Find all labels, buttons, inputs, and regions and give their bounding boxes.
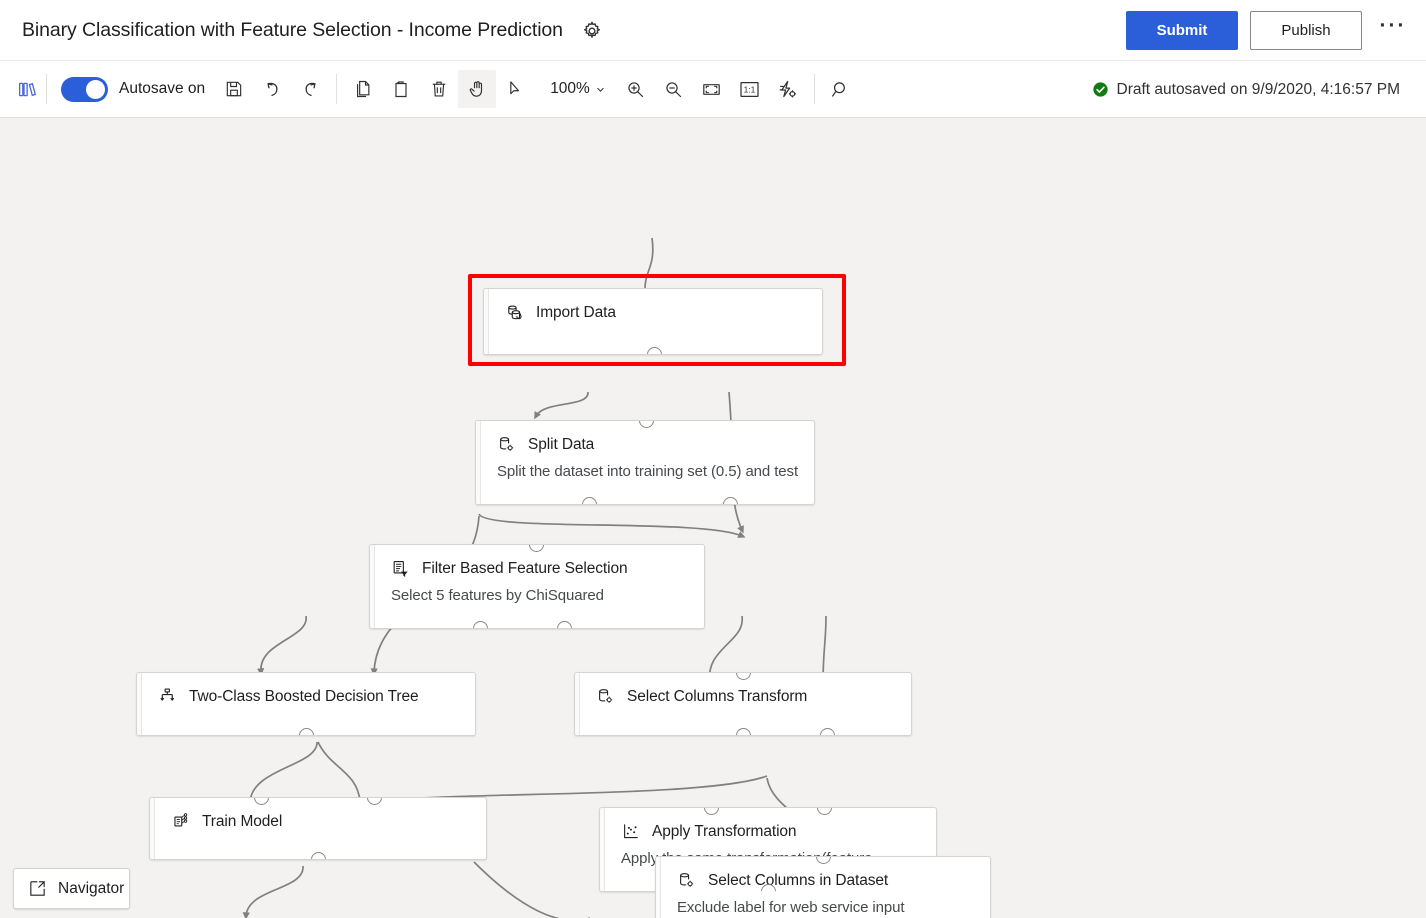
svg-text:1:1: 1:1 — [744, 84, 756, 94]
save-disk-icon[interactable] — [215, 70, 253, 108]
node-title: Two-Class Boosted Decision Tree — [189, 687, 419, 705]
database-gear-icon — [599, 689, 613, 703]
books-library-icon[interactable] — [8, 70, 46, 108]
port-output[interactable] — [647, 347, 662, 354]
edge-score-out — [242, 865, 304, 918]
navigator-expand-icon — [30, 881, 45, 896]
node-description: Split the dataset into training set (0.5… — [497, 463, 799, 480]
autosave-group: Autosave on — [61, 76, 206, 102]
toolbar-divider-2 — [336, 74, 338, 104]
filter-list-icon — [393, 560, 408, 578]
paste-clipboard-icon[interactable] — [382, 70, 420, 108]
more-options-icon[interactable]: ··· — [1376, 14, 1410, 48]
node-import-data[interactable]: Import Data — [483, 288, 823, 355]
database-gear-icon — [680, 873, 694, 887]
port-output[interactable] — [299, 728, 314, 735]
header-actions: Submit Publish ··· — [1126, 0, 1410, 61]
node-header: Train Model — [150, 798, 486, 831]
edge-filter-to-sct — [478, 513, 746, 538]
node-title: Apply Transformation — [652, 822, 797, 840]
node-two-class-boosted-decision-tree[interactable]: Two-Class Boosted Decision Tree — [136, 672, 476, 736]
toolbar: Autosave on 100% 1:1 Draft autosaved on … — [0, 61, 1426, 118]
node-title: Select Columns Transform — [627, 687, 808, 705]
undo-arrow-icon[interactable] — [253, 70, 291, 108]
autosave-status: Draft autosaved on 9/9/2020, 4:16:57 PM — [1092, 61, 1401, 118]
toolbar-divider-1 — [46, 74, 47, 104]
zoom-out-magnifier-icon[interactable] — [655, 70, 693, 108]
toolbar-divider-3 — [813, 74, 815, 104]
port-output[interactable] — [311, 852, 326, 859]
zoom-level-value: 100% — [550, 80, 590, 97]
app-header: Binary Classification with Feature Selec… — [0, 0, 1426, 61]
page-title: Binary Classification with Feature Selec… — [22, 19, 563, 41]
node-description: Select 5 features by ChiSquared — [391, 587, 604, 604]
node-title: Split Data — [528, 435, 595, 453]
port-output-right[interactable] — [723, 497, 738, 504]
pipeline-canvas[interactable]: Import Data Split Data Split the dataset… — [0, 118, 1426, 918]
navigator-button[interactable]: Navigator — [13, 868, 130, 909]
actual-size-button[interactable]: 1:1 — [731, 70, 769, 108]
import-data-icon — [508, 305, 522, 320]
edge-split-to-filter — [534, 391, 589, 420]
node-description: Exclude label for web service input — [677, 899, 905, 916]
submit-button[interactable]: Submit — [1126, 11, 1238, 50]
node-filter-based-feature-selection[interactable]: Filter Based Feature Selection Select 5 … — [369, 544, 705, 629]
port-output-right[interactable] — [557, 621, 572, 628]
node-header: Apply Transformation — [600, 808, 936, 841]
autosave-label: Autosave on — [119, 80, 206, 97]
hand-pan-icon[interactable] — [458, 70, 497, 108]
fit-to-screen-icon[interactable] — [693, 70, 731, 108]
port-output-left[interactable] — [736, 728, 751, 735]
redo-arrow-icon[interactable] — [291, 70, 329, 108]
search-magnifier-icon[interactable] — [822, 70, 860, 108]
zoom-in-magnifier-icon[interactable] — [617, 70, 655, 108]
navigator-label: Navigator — [58, 879, 125, 897]
node-title: Import Data — [536, 303, 616, 321]
auto-layout-lightning-icon[interactable] — [769, 70, 807, 108]
database-gear-icon — [500, 437, 514, 451]
node-train-model[interactable]: Train Model — [149, 797, 487, 860]
port-output[interactable] — [761, 884, 776, 891]
cursor-arrow-icon[interactable] — [496, 70, 534, 108]
node-select-columns-in-dataset[interactable]: Select Columns in Dataset Exclude label … — [655, 856, 991, 918]
port-output-left[interactable] — [582, 497, 597, 504]
port-output-left[interactable] — [473, 621, 488, 628]
edge-train-to-score — [246, 741, 318, 806]
autosave-toggle[interactable] — [61, 76, 108, 102]
port-output-right[interactable] — [820, 728, 835, 735]
node-header: Import Data — [484, 289, 822, 322]
node-select-columns-transform[interactable]: Select Columns Transform — [574, 672, 912, 736]
node-title: Select Columns in Dataset — [708, 871, 889, 889]
status-text: Draft autosaved on 9/9/2020, 4:16:57 PM — [1116, 80, 1401, 98]
node-split-data[interactable]: Split Data Split the dataset into traini… — [475, 420, 815, 505]
node-title: Train Model — [202, 812, 283, 830]
scatter-plot-icon — [624, 824, 638, 839]
edge-tree-to-train — [257, 615, 307, 676]
edge-import-to-split — [641, 237, 654, 296]
edge-score-right-out — [473, 861, 590, 918]
train-model-icon — [174, 813, 188, 827]
decision-tree-icon — [160, 688, 175, 701]
check-circle-icon — [1092, 82, 1108, 97]
title-area: Binary Classification with Feature Selec… — [22, 0, 607, 61]
zoom-level-dropdown[interactable]: 100% — [544, 72, 611, 106]
autosave-toggle-knob — [86, 79, 105, 99]
publish-button[interactable]: Publish — [1250, 11, 1362, 50]
node-title: Filter Based Feature Selection — [422, 559, 628, 577]
edge-train-to-score-2 — [317, 741, 364, 806]
trash-can-icon[interactable] — [420, 70, 458, 108]
copy-icon[interactable] — [344, 70, 382, 108]
node-header: Two-Class Boosted Decision Tree — [137, 673, 475, 706]
gear-icon[interactable] — [577, 16, 607, 46]
chevron-down-icon — [596, 87, 604, 92]
